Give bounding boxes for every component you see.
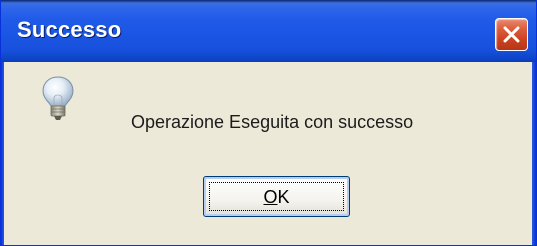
lightbulb-icon xyxy=(42,76,74,120)
close-button[interactable] xyxy=(495,18,528,51)
ok-label-rest: K xyxy=(277,187,290,207)
window-frame-right xyxy=(532,62,536,245)
ok-button-label: OK xyxy=(204,187,349,208)
dialog-client-area xyxy=(4,62,533,245)
title-bar[interactable]: Successo xyxy=(1,0,536,62)
ok-mnemonic: O xyxy=(263,187,278,207)
dialog-message: Operazione Eseguita con successo xyxy=(131,112,414,132)
dialog-window: Successo Operazione Eseguita con success… xyxy=(0,0,537,246)
dialog-title: Successo xyxy=(17,17,122,42)
ok-button[interactable]: OK xyxy=(203,176,350,217)
close-icon xyxy=(503,26,520,43)
